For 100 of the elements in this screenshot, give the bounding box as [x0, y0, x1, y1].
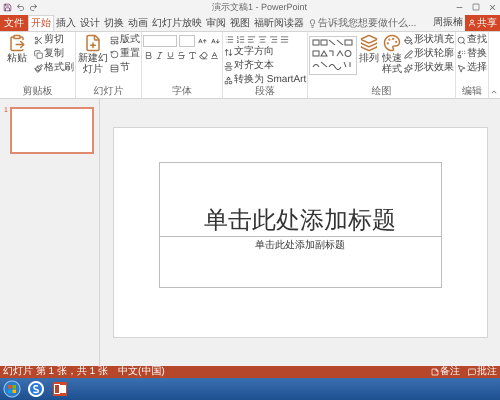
- presentation-app-icon[interactable]: [51, 380, 69, 398]
- ribbon-button[interactable]: 复制: [34, 48, 74, 60]
- align-center-button[interactable]: [257, 34, 268, 45]
- ribbon-tab[interactable]: 动画: [126, 15, 150, 31]
- copy-icon: [34, 50, 43, 58]
- ribbon-button[interactable]: 对齐文本: [224, 60, 306, 72]
- ribbon-button[interactable]: 替换: [457, 48, 488, 60]
- paintbrush-icon: [34, 64, 43, 72]
- title-placeholder-text: 单击此处添加标题: [204, 206, 396, 234]
- status-text: 幻灯片 第 1 张，共 1 张: [3, 366, 108, 378]
- status-button[interactable]: 批注: [468, 366, 497, 378]
- strikethrough-button[interactable]: [176, 50, 187, 61]
- layout-icon: [110, 36, 119, 44]
- save-icon[interactable]: [3, 3, 12, 12]
- italic-button[interactable]: [154, 50, 165, 61]
- maximize-icon[interactable]: [472, 3, 480, 11]
- ribbon-tab[interactable]: 开始: [28, 15, 54, 31]
- close-icon[interactable]: [488, 3, 497, 12]
- ribbon-tab[interactable]: 审阅: [204, 15, 228, 31]
- subtitle-placeholder[interactable]: 单击此处添加副标题: [158, 237, 442, 288]
- ribbon-large-button[interactable]: 快速样式: [381, 34, 404, 75]
- justify-button[interactable]: [279, 34, 290, 45]
- palette-icon: [383, 34, 402, 52]
- ribbon-group-label: 编辑: [462, 86, 482, 98]
- ribbon-tab[interactable]: 幻灯片放映: [150, 15, 204, 31]
- bold-icon: [144, 51, 153, 60]
- subtitle-placeholder-text: 单击此处添加副标题: [255, 238, 345, 253]
- sparkles-icon: [404, 64, 414, 72]
- font-color-button[interactable]: [209, 50, 220, 61]
- share-button[interactable]: 共享: [465, 15, 500, 31]
- italic-icon: [155, 51, 164, 60]
- ribbon-button[interactable]: 选择: [457, 62, 488, 74]
- tell-me-field[interactable]: 告诉我您想要做什么...: [308, 15, 416, 31]
- smartart-icon: [224, 76, 233, 84]
- input-method-app-icon[interactable]: [27, 380, 45, 398]
- shrink-font-icon: [211, 36, 220, 46]
- align-right-button[interactable]: [268, 34, 279, 45]
- ribbon-button[interactable]: 文字方向: [224, 46, 306, 58]
- numbering-icon: [236, 35, 245, 44]
- align-right-icon: [269, 35, 278, 44]
- underline-button[interactable]: [165, 50, 176, 61]
- ribbon-tab[interactable]: 视图: [228, 15, 252, 31]
- replace-icon: [457, 50, 466, 58]
- status-button[interactable]: 备注: [431, 366, 460, 378]
- ribbon-group-label: 幻灯片: [94, 86, 124, 98]
- underline-icon: [166, 51, 175, 60]
- shape-gallery[interactable]: [309, 36, 358, 75]
- pen-icon: [404, 50, 414, 58]
- clipboard-icon: [8, 34, 26, 52]
- window-title: 演示文稿1 - PowerPoint: [212, 0, 308, 14]
- title-placeholder[interactable]: 单击此处添加标题: [158, 162, 442, 237]
- ribbon-group-label: 绘图: [372, 86, 392, 98]
- ribbon-button[interactable]: 版式: [110, 34, 140, 46]
- font-name-field[interactable]: [143, 35, 177, 47]
- collapse-ribbon-icon[interactable]: [490, 88, 498, 96]
- shapes-icon: [311, 38, 356, 72]
- ribbon-button[interactable]: 剪切: [34, 34, 74, 46]
- ribbon-large-button[interactable]: 新建幻灯片: [77, 34, 109, 75]
- ribbon-tab[interactable]: 文件: [0, 15, 28, 31]
- ribbon-group-label: 剪贴板: [22, 86, 52, 98]
- align-left-icon: [247, 35, 256, 44]
- ribbon-large-button[interactable]: 粘贴: [1, 34, 33, 74]
- ribbon-button[interactable]: 节: [110, 62, 140, 74]
- redo-icon[interactable]: [29, 3, 38, 12]
- justify-icon: [280, 35, 289, 44]
- notes-icon: [431, 368, 439, 376]
- ribbon-button[interactable]: 格式刷: [34, 62, 74, 74]
- status-text: 中文(中国): [118, 366, 165, 378]
- reset-icon: [110, 50, 119, 58]
- new-slide-icon: [84, 34, 102, 52]
- person-icon: [468, 19, 476, 27]
- start-orb-icon[interactable]: [3, 380, 21, 398]
- ribbon-tab[interactable]: 插入: [54, 15, 78, 31]
- ribbon-button[interactable]: 形状轮廓: [404, 48, 454, 60]
- ribbon-button[interactable]: 形状填充: [404, 34, 454, 46]
- ribbon-button[interactable]: 形状效果: [404, 62, 454, 74]
- ribbon-button[interactable]: 重置: [110, 48, 140, 60]
- slide-thumbnail[interactable]: [10, 107, 94, 154]
- align-center-icon: [258, 35, 267, 44]
- ribbon-large-button[interactable]: 排列: [358, 34, 380, 75]
- align-left-button[interactable]: [246, 34, 257, 45]
- ribbon-group-label: 字体: [172, 86, 192, 98]
- pointer-icon: [457, 64, 466, 72]
- strikethrough-icon: [177, 51, 186, 60]
- numbering-button[interactable]: [235, 34, 246, 45]
- font-size-field[interactable]: [179, 35, 195, 47]
- bold-button[interactable]: [143, 50, 154, 61]
- eraser-button[interactable]: [198, 50, 209, 61]
- ribbon-button[interactable]: 查找: [457, 34, 488, 46]
- ribbon-tab[interactable]: 设计: [78, 15, 102, 31]
- user-name[interactable]: 周振楠: [431, 15, 465, 31]
- layers-icon: [360, 34, 378, 52]
- paint-bucket-icon: [404, 36, 414, 44]
- ribbon-button[interactable]: 转换为 SmartArt: [224, 74, 306, 86]
- undo-icon[interactable]: [16, 3, 25, 12]
- comment-icon: [468, 368, 476, 376]
- ribbon-tab[interactable]: 切换: [102, 15, 126, 31]
- lightbulb-icon: [308, 18, 317, 28]
- ribbon-tab[interactable]: 福昕阅读器: [252, 15, 306, 31]
- align-text-icon: [224, 62, 233, 70]
